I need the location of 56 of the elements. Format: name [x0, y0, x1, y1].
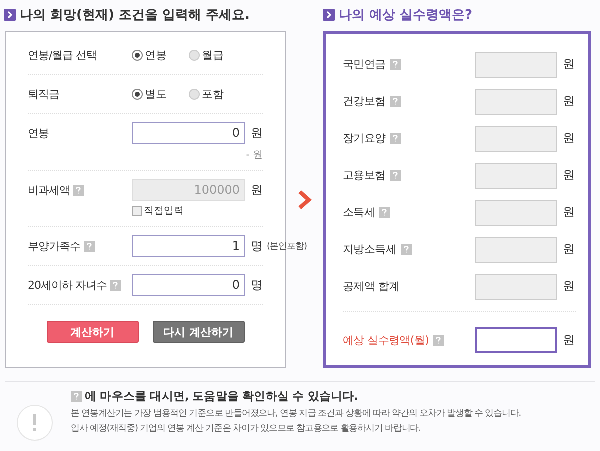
field-label: 연봉: [28, 126, 49, 140]
result-label: 건강보험: [343, 94, 386, 109]
result-label: 고용보험: [343, 168, 386, 183]
help-icon[interactable]: [71, 391, 82, 402]
result-label: 소득세: [343, 205, 376, 220]
section-title: 나의 희망(현재) 조건을 입력해 주세요.: [20, 7, 250, 24]
recalculate-button[interactable]: 다시 계산하기: [152, 321, 244, 343]
input-field[interactable]: 1: [132, 235, 245, 257]
help-icon[interactable]: [400, 244, 412, 255]
result-label: 장기요양: [343, 131, 386, 146]
field-label: 비과세액: [28, 182, 70, 198]
warning-icon: [17, 405, 53, 441]
unit-label: 원: [563, 130, 576, 147]
chevron-icon: [4, 9, 16, 21]
unit-label: 명: [251, 276, 263, 294]
unit-label: 원: [563, 278, 576, 295]
field-label: 부양가족수: [28, 238, 80, 254]
unit-label: 원: [563, 56, 576, 73]
result-note: - 원: [245, 149, 263, 162]
field-label: 연봉/월급 선택: [28, 48, 98, 62]
result-label: 공제액 합계: [343, 279, 400, 294]
result-label: 예상 실수령액(월): [343, 332, 430, 348]
help-icon[interactable]: [433, 334, 444, 346]
notice-text: 입사 예정(재직중) 기업의 연봉 계산 기준은 차이가 있으므로 참고용으로 활용하시기 바랍니다.: [71, 423, 422, 436]
unit-label: 원: [563, 332, 576, 348]
result-label: 국민연금: [343, 57, 386, 72]
unit-label: 명: [251, 238, 263, 254]
chevron-right-icon: [298, 190, 312, 210]
field-label: 퇴직금: [28, 86, 60, 102]
unit-label: 원: [251, 124, 263, 142]
notice-text: 본 연봉계산기는 가장 범용적인 기준으로 만들어졌으나, 연봉 지급 조건과 상황에 따라 약간의 오차가 발생할 수 있습니다.: [71, 408, 522, 421]
unit-label: 원: [563, 93, 576, 110]
chevron-icon: [323, 9, 335, 21]
unit-label: 원: [563, 204, 576, 221]
help-icon[interactable]: [390, 59, 401, 70]
help-icon[interactable]: [379, 207, 390, 218]
notice-heading: 에 마우스를 대시면, 도움말을 확인하실 수 있습니다.: [85, 389, 358, 404]
help-icon[interactable]: [110, 280, 121, 290]
output-field[interactable]: [475, 327, 557, 353]
unit-label: 원: [563, 167, 576, 184]
radio-option[interactable]: 월급: [189, 48, 224, 62]
field-label: 20세이하 자녀수: [28, 278, 107, 292]
radio-option[interactable]: 별도: [132, 86, 167, 102]
section-title: 나의 예상 실수령액은?: [339, 7, 473, 24]
unit-label: 원: [563, 241, 576, 258]
radio-option[interactable]: 연봉: [132, 48, 167, 62]
input-field[interactable]: 0: [132, 274, 245, 296]
help-icon[interactable]: [390, 96, 401, 107]
note-text: (본인포함): [267, 240, 308, 252]
help-icon[interactable]: [84, 240, 94, 252]
unit-label: 원: [251, 182, 263, 198]
help-icon[interactable]: [390, 133, 401, 144]
help-icon[interactable]: [390, 170, 401, 181]
result-label: 지방소득세: [343, 242, 397, 257]
radio-option[interactable]: 포함: [189, 86, 224, 102]
input-field[interactable]: 0: [132, 122, 245, 144]
